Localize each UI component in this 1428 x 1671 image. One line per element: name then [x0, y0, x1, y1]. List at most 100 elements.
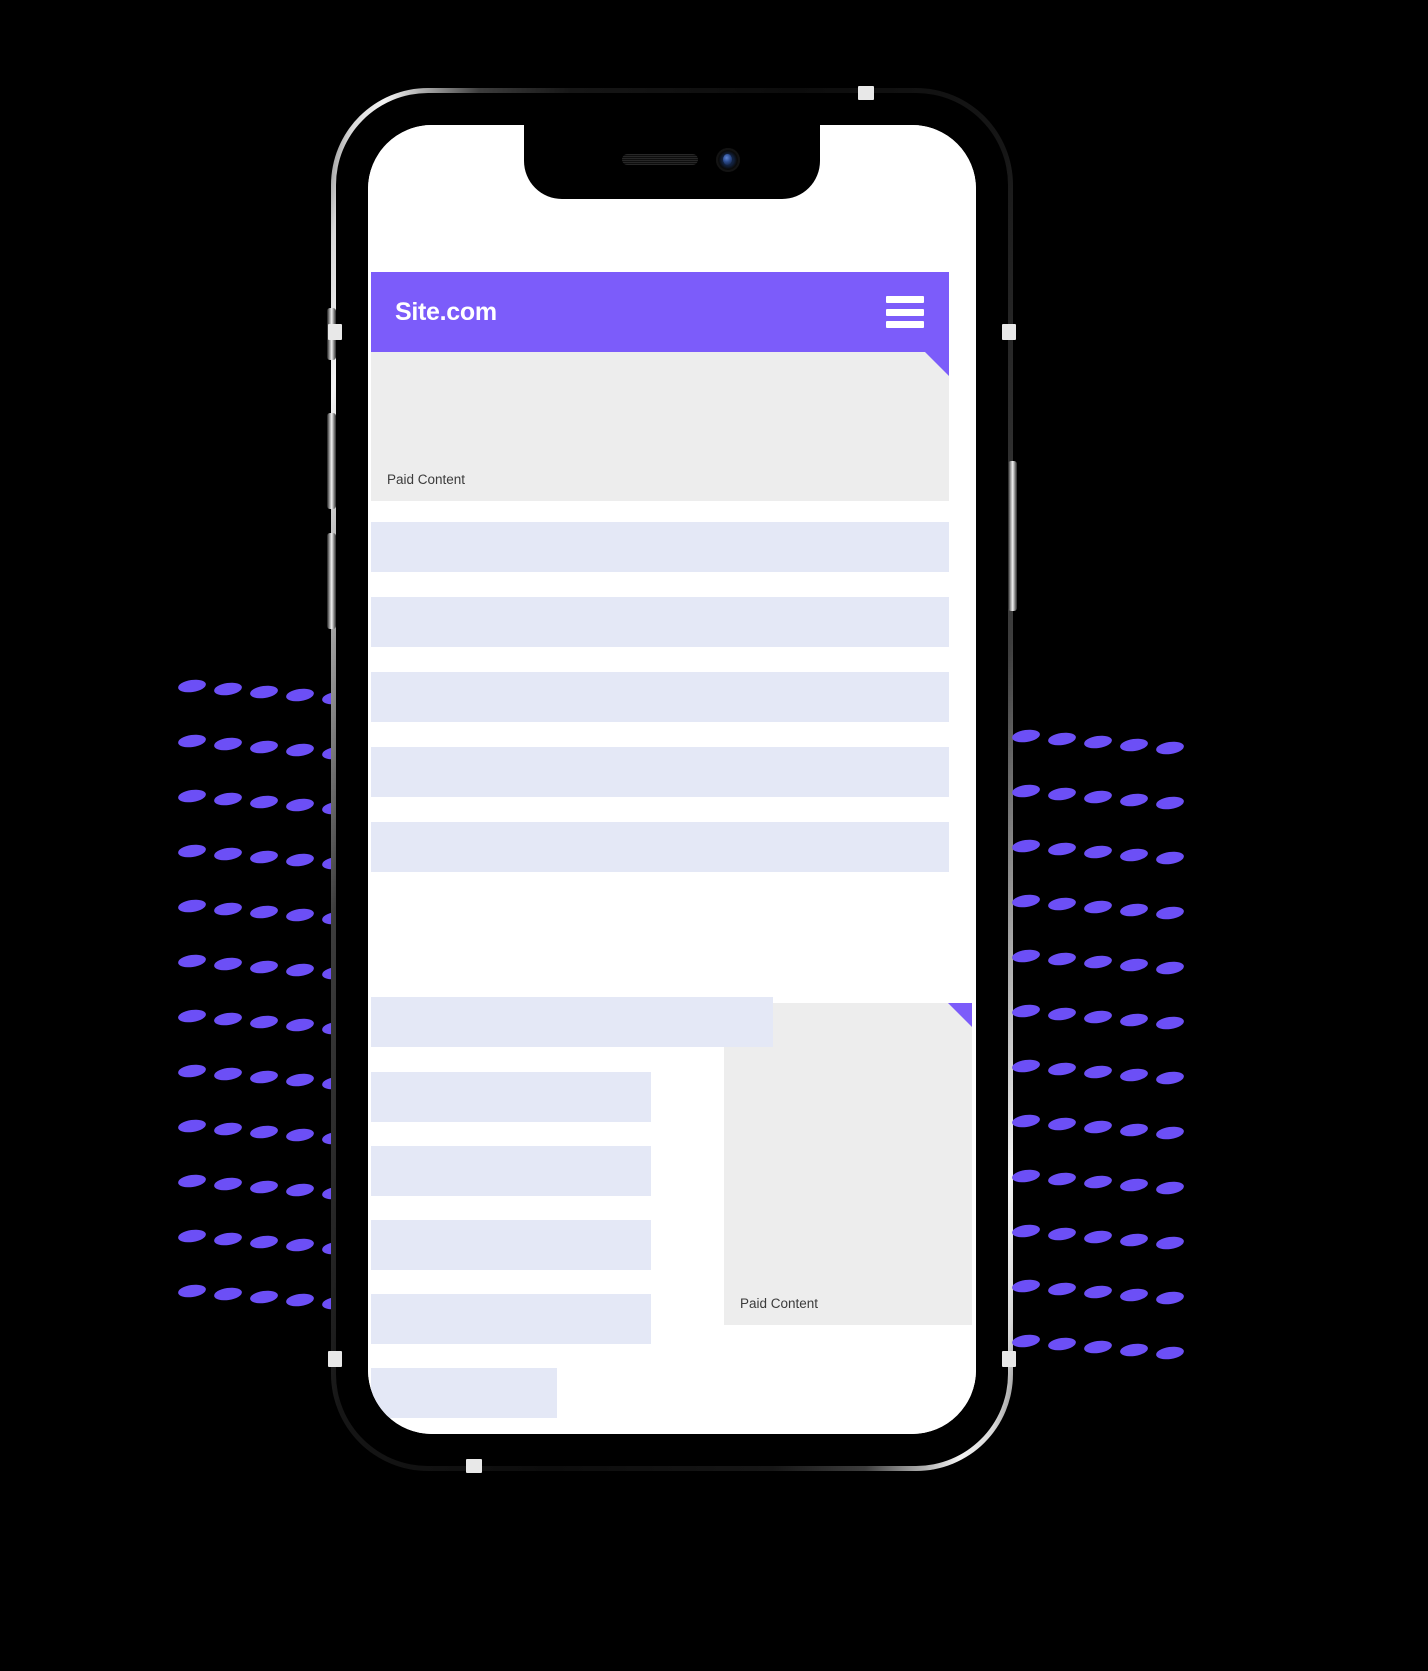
decorative-dot	[1155, 1125, 1185, 1141]
decorative-dot	[249, 794, 279, 810]
hamburger-bar-1	[886, 296, 924, 303]
decorative-dot	[1011, 1058, 1041, 1074]
decorative-dot	[177, 678, 207, 694]
decorative-dot	[249, 1014, 279, 1030]
decorative-dot	[177, 733, 207, 749]
display-notch	[524, 125, 820, 199]
decorative-dot	[285, 1182, 315, 1198]
decorative-dot	[1119, 1012, 1149, 1028]
paid-content-ad-top[interactable]: Paid Content	[371, 352, 949, 501]
decorative-dot	[177, 1063, 207, 1079]
decorative-dot	[1011, 1168, 1041, 1184]
antenna-band-top	[858, 86, 874, 100]
decorative-dot	[249, 739, 279, 755]
content-skeleton-bar	[371, 597, 949, 647]
decorative-dot	[1047, 841, 1077, 857]
decorative-dot	[1155, 1345, 1185, 1361]
decorative-dot	[177, 1008, 207, 1024]
decorative-dot	[213, 1066, 243, 1082]
decorative-dot	[1047, 896, 1077, 912]
decorative-dot	[213, 791, 243, 807]
front-camera-icon	[716, 148, 740, 172]
decorative-dot	[1047, 1281, 1077, 1297]
web-page-viewport: Site.com Paid Content Paid Content	[368, 125, 976, 1434]
content-skeleton-bar	[371, 1294, 651, 1344]
decorative-dot	[177, 843, 207, 859]
decorative-dot	[213, 1176, 243, 1192]
decorative-dot	[177, 1118, 207, 1134]
decorative-dot	[249, 1069, 279, 1085]
hamburger-menu-icon[interactable]	[886, 296, 924, 328]
decorative-dot	[285, 1127, 315, 1143]
decorative-dot	[1083, 1009, 1113, 1025]
decorative-dot	[1011, 838, 1041, 854]
paid-content-label: Paid Content	[740, 1296, 819, 1311]
decorative-dot	[1083, 954, 1113, 970]
decorative-dot	[1047, 951, 1077, 967]
decorative-dot	[1047, 1116, 1077, 1132]
decorative-dot	[1155, 1015, 1185, 1031]
decorative-dot	[177, 1173, 207, 1189]
decorative-dot	[249, 904, 279, 920]
decorative-dot	[1119, 1342, 1149, 1358]
decorative-dot	[285, 962, 315, 978]
decorative-dot	[1155, 1235, 1185, 1251]
decorative-dot	[1083, 899, 1113, 915]
decorative-dot	[1011, 783, 1041, 799]
volume-down-button[interactable]	[327, 533, 336, 629]
decorative-dot	[213, 1011, 243, 1027]
decorative-dot	[1011, 893, 1041, 909]
antenna-band-left-upper	[328, 324, 342, 340]
decorative-dot	[1011, 728, 1041, 744]
decorative-dot	[285, 687, 315, 703]
decorative-dot	[1119, 902, 1149, 918]
power-button[interactable]	[1008, 461, 1017, 611]
decorative-dot	[1047, 1226, 1077, 1242]
content-skeleton-bar	[371, 672, 949, 722]
antenna-band-right-upper	[1002, 324, 1016, 340]
decorative-dot	[213, 1121, 243, 1137]
paid-content-ad-side[interactable]: Paid Content	[724, 1003, 972, 1325]
decorative-dot	[1155, 1070, 1185, 1086]
decorative-dot	[213, 1286, 243, 1302]
decorative-dot-pattern-left	[177, 678, 351, 1311]
decorative-dot	[1083, 844, 1113, 860]
decorative-dot	[1047, 786, 1077, 802]
decorative-dot	[1011, 1003, 1041, 1019]
antenna-band-right-lower	[1002, 1351, 1016, 1367]
content-skeleton-bar	[371, 997, 773, 1047]
decorative-dot	[1083, 1119, 1113, 1135]
hamburger-bar-3	[886, 321, 924, 328]
decorative-dot	[1119, 847, 1149, 863]
decorative-dot	[285, 1292, 315, 1308]
decorative-dot-pattern-right	[1011, 728, 1185, 1361]
decorative-dot	[1011, 1278, 1041, 1294]
volume-up-button[interactable]	[327, 413, 336, 509]
decorative-dot	[1155, 905, 1185, 921]
decorative-dot	[285, 1237, 315, 1253]
decorative-dot	[1011, 1333, 1041, 1349]
decorative-dot	[285, 907, 315, 923]
decorative-dot	[1119, 1232, 1149, 1248]
decorative-dot	[1119, 1067, 1149, 1083]
decorative-dot	[249, 1234, 279, 1250]
decorative-dot	[1119, 1287, 1149, 1303]
decorative-dot	[1011, 948, 1041, 964]
decorative-dot	[249, 1124, 279, 1140]
content-skeleton-bar	[371, 822, 949, 872]
paid-content-label: Paid Content	[387, 472, 466, 487]
decorative-dot	[1119, 792, 1149, 808]
decorative-dot	[249, 849, 279, 865]
decorative-dot	[249, 1289, 279, 1305]
decorative-dot	[213, 736, 243, 752]
decorative-dot	[1047, 1171, 1077, 1187]
decorative-dot	[1155, 850, 1185, 866]
decorative-dot	[1155, 740, 1185, 756]
decorative-dot	[249, 959, 279, 975]
decorative-dot	[1155, 1180, 1185, 1196]
decorative-dot	[285, 1017, 315, 1033]
content-skeleton-bar	[371, 747, 949, 797]
decorative-dot	[1083, 1284, 1113, 1300]
decorative-dot	[249, 684, 279, 700]
decorative-dot	[1119, 737, 1149, 753]
